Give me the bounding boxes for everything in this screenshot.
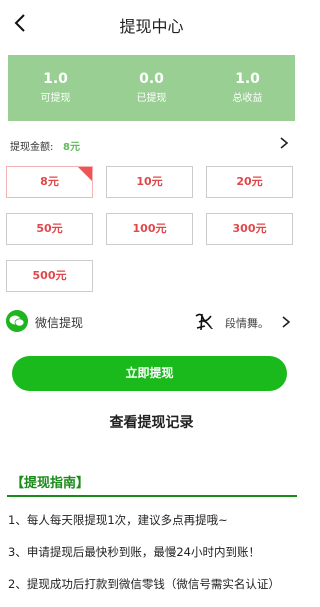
- amount-option-500[interactable]: 500元: [6, 260, 93, 292]
- stat-label: 可提现: [40, 93, 71, 104]
- wechat-payout-row[interactable]: 微信提现 段情舞。: [6, 310, 297, 334]
- option-label: 500元: [32, 269, 67, 282]
- wechat-nickname: 段情舞。: [225, 317, 269, 330]
- amount-option-100[interactable]: 100元: [106, 213, 193, 245]
- guide-item: 3、申请提现后最快秒到账，最慢24小时内到账！: [8, 545, 260, 559]
- stat-label: 总收益: [232, 93, 263, 104]
- amount-option-300[interactable]: 300元: [206, 213, 293, 245]
- amount-value: 8元: [63, 142, 80, 153]
- page-title: 提现中心: [119, 17, 184, 36]
- amount-option-20[interactable]: 20元: [206, 166, 293, 198]
- option-label: 10元: [136, 175, 163, 188]
- amount-label: 提现金额:: [10, 142, 54, 153]
- stat-withdrawn: 0.0 已提现: [104, 70, 199, 106]
- guide-item: 1、每人每天限提现1次，建议多点再提哦~: [8, 513, 228, 527]
- guide-heading: 【提现指南】: [11, 476, 90, 491]
- chevron-right-icon: [280, 137, 289, 149]
- withdraw-now-button[interactable]: 立即提现: [12, 356, 287, 391]
- check-icon: ✓: [85, 180, 91, 188]
- stat-value: 0.0: [139, 71, 164, 87]
- amount-option-10[interactable]: 10元: [106, 166, 193, 198]
- guide-divider: [7, 495, 297, 497]
- top-nav-bar: 提现中心: [0, 0, 303, 46]
- wechat-icon: [6, 310, 28, 332]
- option-label: 50元: [36, 222, 63, 235]
- stat-value: 1.0: [235, 71, 260, 87]
- option-label: 100元: [132, 222, 167, 235]
- stat-withdrawable: 1.0 可提现: [8, 70, 103, 106]
- chevron-right-icon: [282, 316, 291, 328]
- option-label: 300元: [232, 222, 267, 235]
- stat-value: 1.0: [43, 71, 68, 87]
- amount-option-50[interactable]: 50元: [6, 213, 93, 245]
- option-label: 20元: [236, 175, 263, 188]
- stat-label: 已提现: [136, 93, 167, 104]
- amount-option-8[interactable]: 8元 ✓: [6, 166, 93, 198]
- balance-stats-card: 1.0 可提现 0.0 已提现 1.0 总收益: [8, 55, 295, 121]
- user-avatar-signature-icon: [195, 313, 213, 331]
- wechat-withdraw-label: 微信提现: [35, 316, 84, 330]
- stat-total-income: 1.0 总收益: [200, 70, 295, 106]
- option-label: 8元: [40, 175, 59, 188]
- view-withdraw-records-link[interactable]: 查看提现记录: [0, 412, 303, 432]
- guide-item: 2、提现成功后打款到微信零钱（微信号需实名认证）: [8, 577, 280, 591]
- withdraw-amount-row[interactable]: 提现金额: 8元: [10, 135, 293, 153]
